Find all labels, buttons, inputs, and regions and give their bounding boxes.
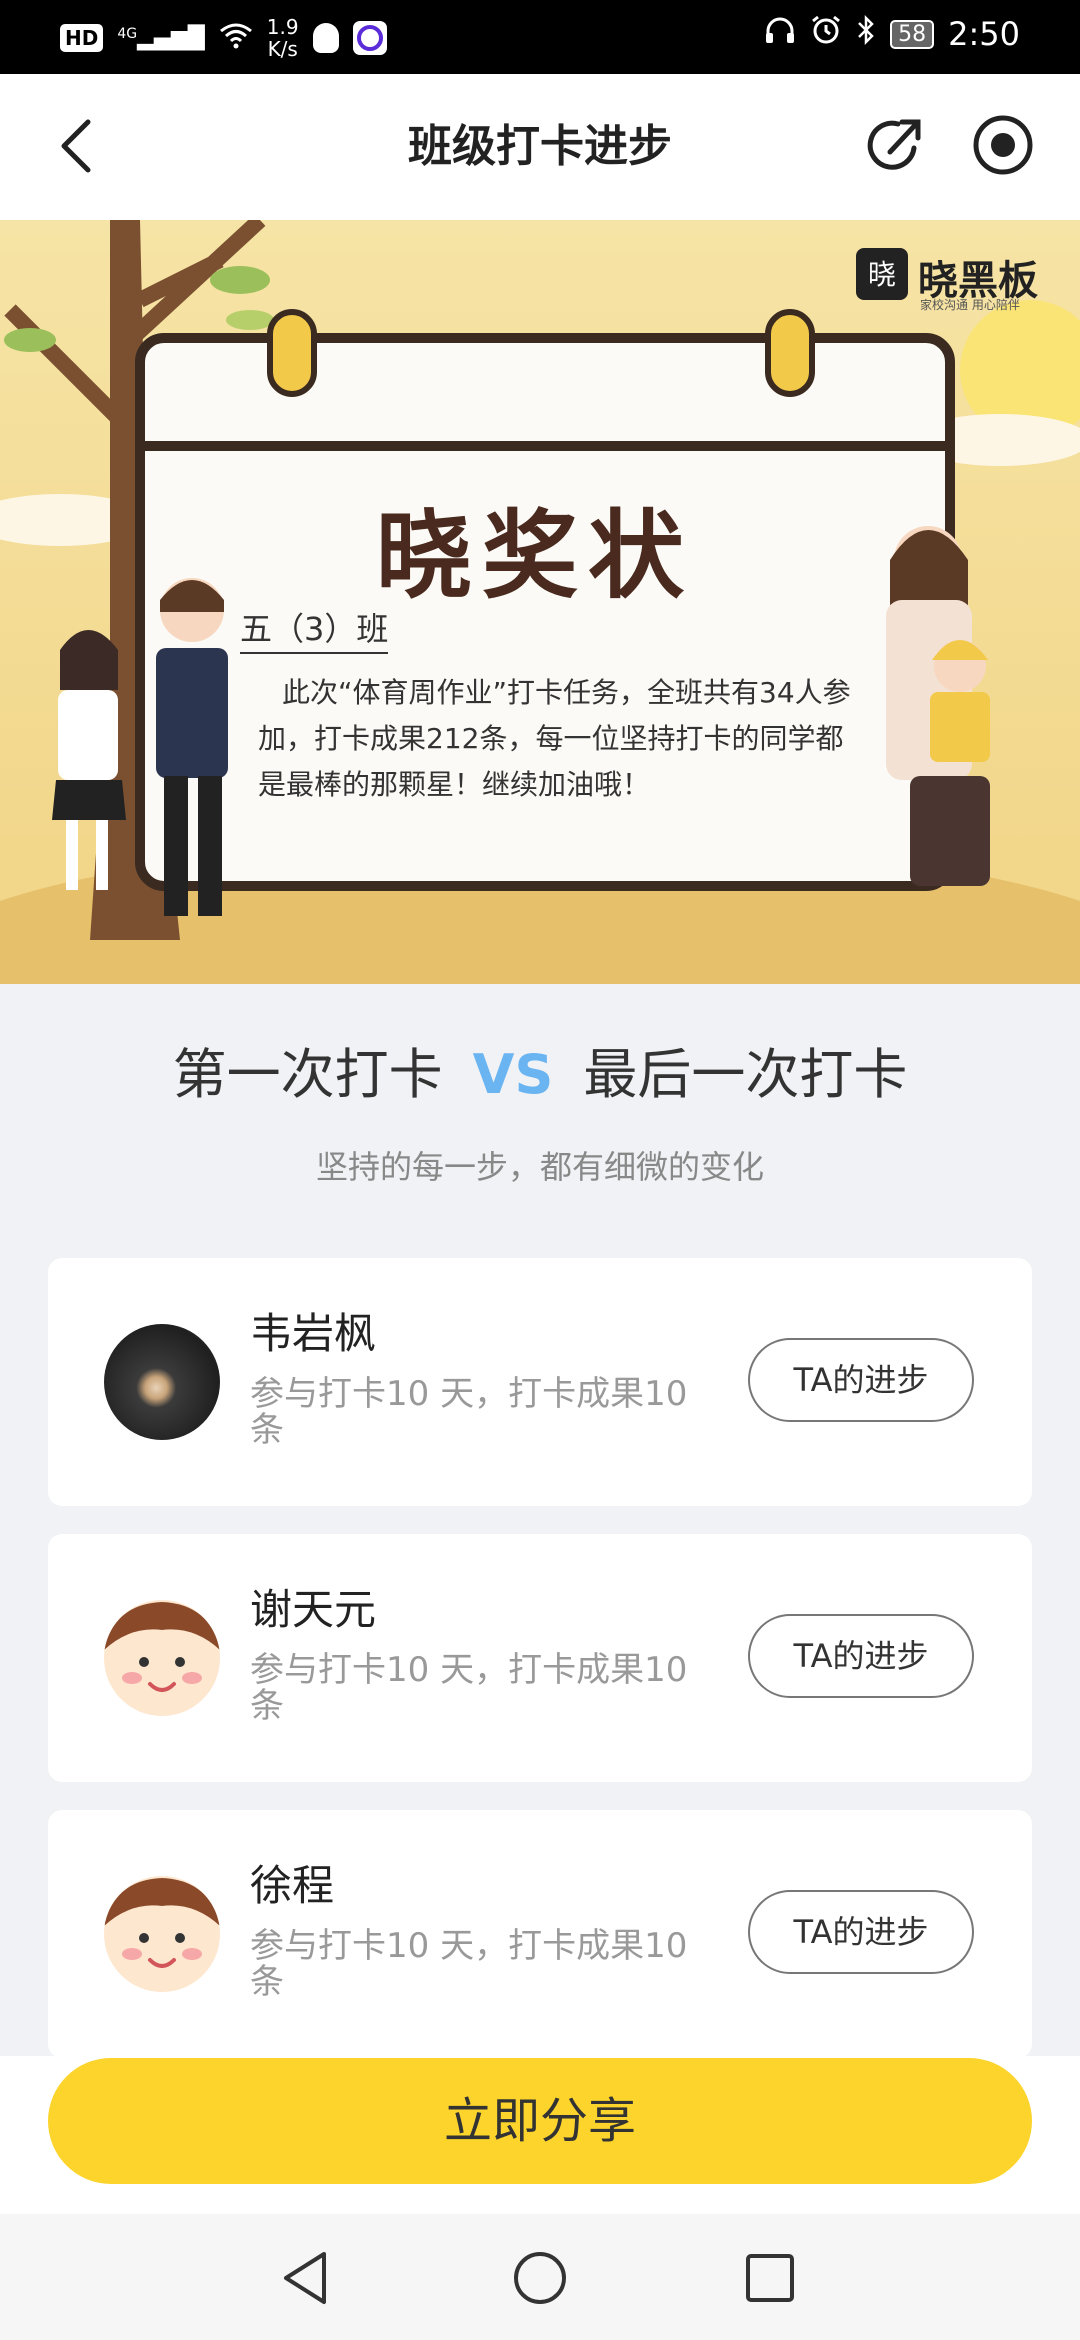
student-name: 韦岩枫 <box>250 1309 377 1358</box>
view-progress-button[interactable]: TA的进步 <box>748 1338 974 1422</box>
nav-recents-button[interactable] <box>744 2252 796 2308</box>
share-now-button[interactable]: 立即分享 <box>48 2058 1032 2184</box>
back-button[interactable] <box>52 114 112 178</box>
status-bar: HD 4G▂▄▆█ 1.9 K/s 58 2:50 <box>0 0 1080 74</box>
system-navigation-bar <box>0 2214 1080 2340</box>
photo-avatar <box>104 1324 220 1440</box>
clock-time: 2:50 <box>948 15 1020 53</box>
wifi-icon <box>219 21 253 56</box>
message-line-2: 加，打卡成果212条，每一位坚持打卡的同学都 <box>258 722 844 755</box>
share-button[interactable] <box>862 112 928 178</box>
student-card: 徐程 参与打卡10 天，打卡成果10条 TA的进步 <box>48 1810 1032 2058</box>
brand-tagline: 家校沟通 用心陪伴 <box>920 298 1020 312</box>
share-arrow-icon <box>867 119 921 170</box>
battery-icon: 58 <box>890 19 935 49</box>
hd-badge: HD <box>60 24 104 52</box>
last-checkin-label: 最后一次打卡 <box>583 1043 908 1106</box>
student-stats: 参与打卡10 天，打卡成果10条 <box>250 1650 688 1726</box>
award-title: 晓奖状 <box>376 499 694 612</box>
record-button[interactable] <box>970 112 1036 178</box>
chevron-left-icon <box>61 119 91 173</box>
status-right: 58 2:50 <box>764 14 1020 54</box>
network-speed: 1.9 K/s <box>266 15 299 61</box>
cartoon-face-avatar <box>104 1600 220 1716</box>
cell-signal-icon: 4G▂▄▆█ <box>117 25 205 51</box>
cartoon-face-avatar <box>104 1876 220 1992</box>
message-line-1: 此次“体育周作业”打卡任务，全班共有34人参 <box>282 676 851 709</box>
vs-label: VS <box>472 1043 554 1106</box>
award-message: 此次“体育周作业”打卡任务，全班共有34人参 加，打卡成果212条，每一位坚持打… <box>258 670 858 808</box>
view-progress-button[interactable]: TA的进步 <box>748 1614 974 1698</box>
square-recents-icon <box>746 2254 794 2302</box>
circle-home-icon <box>514 2252 566 2304</box>
headphones-icon <box>764 15 796 53</box>
qq-notification-icon <box>312 23 339 53</box>
view-progress-button[interactable]: TA的进步 <box>748 1890 974 1974</box>
status-left: HD 4G▂▄▆█ 1.9 K/s <box>60 16 387 60</box>
app-header: 班级打卡进步 <box>0 74 1080 220</box>
student-name: 徐程 <box>250 1861 335 1910</box>
comparison-heading: 第一次打卡 VS 最后一次打卡 <box>0 1030 1080 1109</box>
award-banner: 晓 晓黑板 家校沟通 用心陪伴 晓奖状 五（3）班 此次“体育周作业”打卡任务，… <box>0 220 1080 984</box>
comparison-subtitle: 坚持的每一步，都有细微的变化 <box>315 1148 764 1186</box>
svg-text:晓: 晓 <box>868 258 896 291</box>
message-line-3: 是最棒的那颗星！继续加油哦！ <box>258 768 651 801</box>
student-stats: 参与打卡10 天，打卡成果10条 <box>250 1926 688 2002</box>
student-stats: 参与打卡10 天，打卡成果10条 <box>250 1374 688 1450</box>
app-notification-icon <box>352 21 387 55</box>
alarm-icon <box>810 14 842 54</box>
nav-back-button[interactable] <box>280 2250 330 2310</box>
nav-home-button[interactable] <box>512 2250 568 2310</box>
student-card: 谢天元 参与打卡10 天，打卡成果10条 TA的进步 <box>48 1534 1032 1782</box>
student-card: 韦岩枫 参与打卡10 天，打卡成果10条 TA的进步 <box>48 1258 1032 1506</box>
student-name: 谢天元 <box>250 1585 377 1634</box>
triangle-back-icon <box>284 2252 326 2304</box>
bluetooth-icon <box>856 14 876 54</box>
first-checkin-label: 第一次打卡 <box>172 1043 443 1106</box>
class-name: 五（3）班 <box>240 604 389 654</box>
record-icon <box>973 115 1033 175</box>
